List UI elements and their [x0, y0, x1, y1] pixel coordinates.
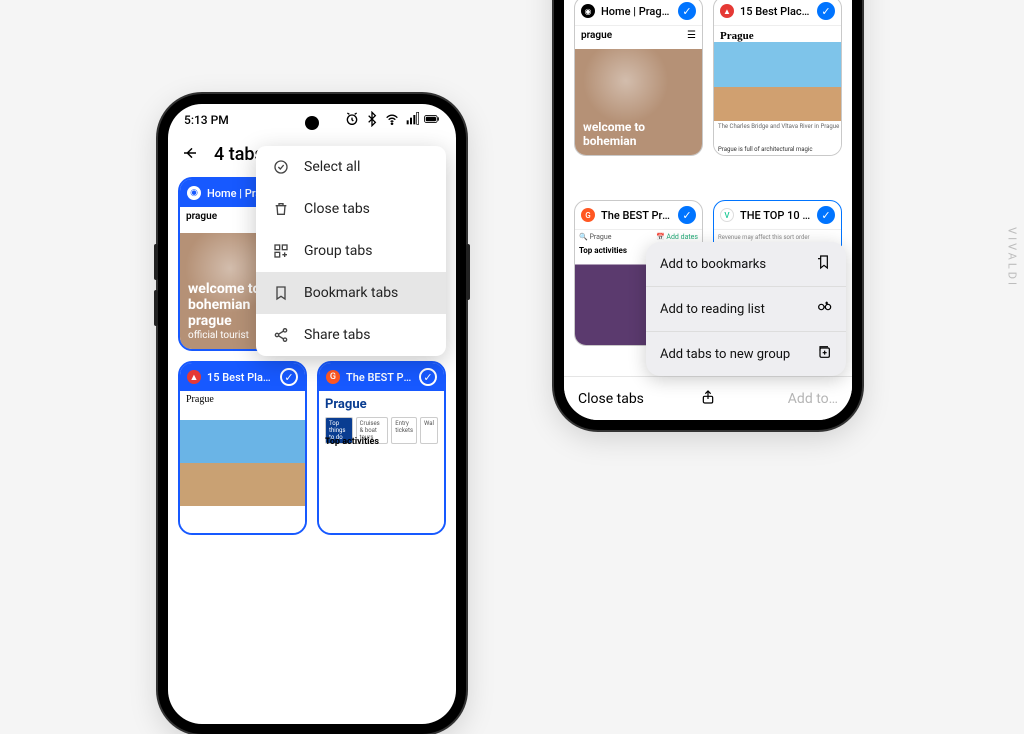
share-icon [272, 327, 290, 343]
add-to-popup: Add to bookmarks Add to reading list Add… [646, 242, 846, 376]
new-group-icon [816, 344, 832, 364]
menu-label: Select all [304, 159, 360, 175]
preview-section: Top activities [579, 246, 627, 255]
back-icon[interactable] [182, 145, 198, 165]
grid-add-icon [272, 243, 290, 259]
checkmark-icon[interactable]: ✓ [817, 206, 835, 224]
preview-brand: prague [581, 30, 612, 41]
tab-card[interactable]: G The BEST Prag ✓ Prague Top things to d… [317, 361, 446, 535]
menu-label: Share tabs [304, 327, 370, 343]
favicon-icon: G [581, 208, 595, 222]
favicon-icon: V [720, 208, 734, 222]
check-circle-icon [272, 159, 290, 175]
checkmark-icon[interactable]: ✓ [419, 368, 437, 386]
tabs-context-menu: Select all Close tabs Group tabs Bookmar… [256, 146, 446, 356]
tab-title: 15 Best Place… [740, 5, 811, 18]
tab-title: Home | Pragu… [601, 5, 672, 18]
preview-hero-text: welcome to bohemian [583, 121, 645, 149]
share-icon[interactable] [700, 389, 716, 409]
favicon-icon: ▲ [187, 370, 201, 384]
checkmark-icon[interactable]: ✓ [678, 2, 696, 20]
preview-brand: prague [186, 211, 217, 222]
tab-preview: Prague [180, 391, 305, 535]
tab-card[interactable]: ▲ 15 Best Place… ✓ Prague The Charles Br… [713, 0, 842, 156]
tab-title: The BEST Pra… [601, 209, 672, 222]
menu-bookmark-tabs[interactable]: Bookmark tabs [256, 272, 446, 314]
menu-group-tabs[interactable]: Group tabs [256, 230, 446, 272]
popup-add-new-group[interactable]: Add tabs to new group [646, 331, 846, 376]
android-phone-frame: 5:13 PM [158, 94, 466, 734]
add-to-button[interactable]: Add to… [788, 391, 838, 407]
tab-preview: prague ☰ welcome to bohemian [575, 26, 702, 155]
close-tabs-button[interactable]: Close tabs [578, 391, 644, 407]
preview-section: Top activities [325, 437, 379, 447]
popup-add-bookmarks[interactable]: Add to bookmarks [646, 242, 846, 286]
tab-preview: Prague Top things to do Cruises & boat t… [319, 391, 444, 535]
popup-label: Add to reading list [660, 302, 765, 317]
checkmark-icon[interactable]: ✓ [678, 206, 696, 224]
camera-notch [305, 116, 319, 130]
tab-title: The BEST Prag [346, 371, 413, 384]
tab-title: 15 Best Places [207, 371, 274, 384]
battery-icon [424, 111, 440, 130]
preview-dates: 📅 Add dates [656, 233, 698, 241]
favicon-icon: ◉ [187, 186, 201, 200]
favicon-icon: G [326, 370, 340, 384]
favicon-icon: ▲ [720, 4, 734, 18]
tab-title: THE TOP 10 P… [740, 209, 811, 222]
menu-label: Bookmark tabs [304, 285, 398, 301]
signal-icon [404, 111, 420, 130]
popup-add-reading-list[interactable]: Add to reading list [646, 286, 846, 331]
tab-preview: The Charles Bridge and Vltava River in P… [714, 42, 841, 155]
popup-label: Add tabs to new group [660, 347, 790, 362]
menu-share-tabs[interactable]: Share tabs [256, 314, 446, 356]
tab-card[interactable]: ◉ Home | Pragu… ✓ prague ☰ welcome to bo… [574, 0, 703, 156]
preview-note: Revenue may affect this sort order [718, 234, 810, 241]
alarm-icon [344, 111, 360, 130]
menu-select-all[interactable]: Select all [256, 146, 446, 188]
preview-caption: The Charles Bridge and Vltava River in P… [718, 123, 839, 130]
wifi-icon [384, 111, 400, 130]
trash-icon [272, 201, 290, 217]
favicon-icon: ◉ [581, 4, 595, 18]
bottom-toolbar: Close tabs Add to… [564, 376, 852, 420]
preview-caption: Prague is full of architectural magic [718, 146, 812, 153]
ios-phone-frame: Adults2 Children0 Rooms1 ◉ Home | Pragu…… [554, 0, 862, 430]
preview-title: Prague [325, 397, 367, 412]
preview-title: Prague [714, 26, 841, 42]
preview-search: 🔍 Prague [579, 233, 611, 241]
checkmark-icon[interactable]: ✓ [817, 2, 835, 20]
bluetooth-icon [364, 111, 380, 130]
reading-list-icon [816, 299, 832, 319]
popup-label: Add to bookmarks [660, 257, 766, 272]
bookmark-icon [272, 285, 290, 301]
checkmark-icon[interactable]: ✓ [280, 368, 298, 386]
preview-hero-text: welcome to bohemian prague official tour… [188, 281, 260, 341]
preview-title: Prague [186, 394, 214, 405]
vivaldi-watermark: VIVALDI [1006, 227, 1019, 288]
hamburger-icon: ☰ [687, 30, 696, 41]
menu-label: Group tabs [304, 243, 372, 259]
bookmark-add-icon [816, 254, 832, 274]
tab-card[interactable]: ▲ 15 Best Places ✓ Prague [178, 361, 307, 535]
menu-label: Close tabs [304, 201, 370, 217]
status-time: 5:13 PM [184, 113, 229, 127]
menu-close-tabs[interactable]: Close tabs [256, 188, 446, 230]
